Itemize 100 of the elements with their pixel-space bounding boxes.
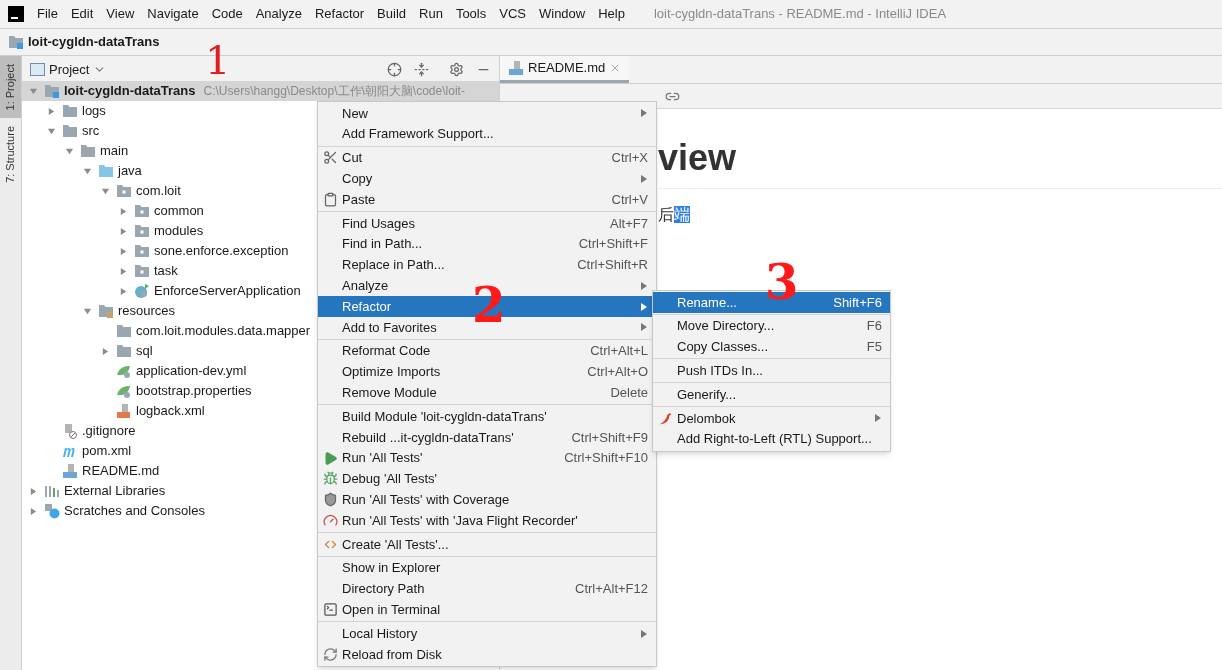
tree-item[interactable]: application-dev.yml [136, 361, 247, 381]
menu-bar-item[interactable]: Build [377, 4, 406, 24]
package-icon [134, 204, 150, 218]
menu-item[interactable]: Delombok [653, 408, 890, 429]
ignored-file-icon [62, 423, 78, 439]
shortcut-label: Ctrl+Alt+O [587, 363, 648, 382]
menu-item[interactable]: Directory Path Ctrl+Alt+F12 [318, 578, 656, 600]
shortcut-label: F6 [866, 317, 882, 336]
menu-item[interactable]: Cut Ctrl+X [318, 147, 656, 169]
paragraph-text: 后 [658, 206, 674, 223]
collapse-icon[interactable] [414, 62, 429, 77]
menu-item[interactable]: Build Module 'loit-cygldn-dataTrans' [318, 406, 656, 427]
markdown-file-icon [508, 60, 524, 76]
resources-folder-icon [98, 304, 114, 318]
path-hint: C:\Users\hangg\Desktop\工作\朝阳大脑\code\loit- [203, 83, 465, 100]
menu-item[interactable]: Optimize Imports Ctrl+Alt+O [318, 361, 656, 383]
collapsed-arrow-icon[interactable] [46, 106, 56, 116]
tree-item[interactable]: pom.xml [82, 441, 132, 461]
tree-item[interactable]: sone.enforce.exception [154, 241, 289, 261]
menu-item[interactable]: Replace in Path... Ctrl+Shift+R [318, 254, 656, 276]
tree-item[interactable]: loit-cygldn-dataTrans [64, 81, 196, 101]
menu-item[interactable]: Run 'All Tests' with 'Java Flight Recorder' [318, 510, 656, 531]
locate-icon[interactable] [387, 62, 402, 77]
menu-bar-item[interactable]: Code [211, 4, 243, 24]
tree-item[interactable]: resources [118, 301, 176, 321]
menu-item[interactable]: Copy Classes... F5 [653, 336, 890, 358]
menu-item[interactable]: Push ITDs In... [653, 360, 890, 382]
panel-title[interactable]: Project [49, 59, 90, 80]
tool-window-tab[interactable]: 1: Project [0, 56, 21, 119]
menu-bar-item[interactable]: Analyze [255, 4, 302, 24]
tree-item[interactable]: task [154, 261, 178, 281]
menu-bar-item[interactable]: Tools [455, 4, 487, 24]
menu-item[interactable]: Generify... [653, 384, 890, 405]
menu-item[interactable]: Find in Path... Ctrl+Shift+F [318, 233, 656, 255]
leaf-config-icon [116, 383, 132, 399]
menu-item[interactable]: Open in Terminal [318, 599, 656, 621]
tree-item[interactable]: sql [136, 341, 153, 361]
tree-item[interactable]: com.loit [136, 181, 181, 201]
tree-item[interactable]: logback.xml [136, 401, 205, 421]
menu-item[interactable]: Add Framework Support... [318, 123, 656, 145]
tree-item[interactable]: EnforceServerApplication [154, 281, 301, 301]
menu-item[interactable]: Rebuild ...it-cygldn-dataTrans' Ctrl+Shift+F9 [318, 426, 656, 448]
tree-item[interactable]: modules [154, 221, 204, 241]
package-icon [134, 224, 150, 238]
menu-bar-item[interactable]: File [37, 4, 58, 24]
tree-item[interactable]: main [100, 141, 129, 161]
source-folder-icon [98, 164, 114, 178]
shortcut-label: Ctrl+Shift+F9 [571, 428, 648, 447]
menu-item[interactable]: Add Right-to-Left (RTL) Support... [653, 428, 890, 450]
tree-item[interactable]: README.md [82, 461, 160, 481]
menu-bar-item[interactable]: Help [598, 4, 625, 24]
menu-bar-item[interactable]: Window [538, 4, 586, 24]
libraries-icon [44, 484, 60, 498]
menu-item[interactable]: Run 'All Tests' Ctrl+Shift+F10 [318, 447, 656, 469]
tree-item[interactable]: bootstrap.properties [136, 381, 252, 401]
menu-item[interactable]: Local History [318, 623, 656, 644]
menu-item[interactable]: Show in Explorer [318, 557, 656, 579]
tree-item[interactable]: .gitignore [82, 421, 136, 441]
tree-item[interactable]: Scratches and Consoles [64, 501, 205, 521]
folder-icon [62, 104, 78, 118]
clipboard-icon [322, 192, 338, 208]
tree-item[interactable]: java [118, 161, 142, 181]
menu-bar-item[interactable]: Refactor [314, 4, 365, 24]
tree-item[interactable]: src [82, 121, 100, 141]
menu-item[interactable]: Move Directory... F6 [653, 315, 890, 337]
tree-item[interactable]: logs [82, 101, 106, 121]
collapsed-arrow-icon[interactable] [100, 346, 110, 356]
menu-bar-item[interactable]: Run [419, 4, 443, 24]
editor-tab[interactable]: README.md [500, 56, 630, 83]
tree-item[interactable]: External Libraries [64, 481, 166, 501]
menu-item[interactable]: Find Usages Alt+F7 [318, 213, 656, 234]
menu-bar-item[interactable]: VCS [499, 4, 526, 24]
menu-item[interactable]: Debug 'All Tests' [318, 468, 656, 490]
settings-icon[interactable] [449, 62, 464, 77]
breadcrumb-project[interactable]: loit-cygldn-dataTrans [28, 32, 160, 52]
menu-item[interactable]: Paste Ctrl+V [318, 189, 656, 210]
shortcut-label: Ctrl+Alt+F12 [575, 580, 648, 599]
menu-bar-item[interactable]: Edit [70, 4, 94, 24]
menu-bar-item[interactable]: Navigate [147, 4, 199, 24]
expanded-arrow-icon[interactable] [28, 86, 38, 96]
menu-item[interactable]: Run 'All Tests' with Coverage [318, 489, 656, 511]
menu-item[interactable]: New [318, 103, 656, 124]
tree-item[interactable]: common [154, 201, 204, 221]
class-icon [134, 283, 150, 299]
app-logo [8, 6, 24, 22]
menu-item[interactable]: Reformat Code Ctrl+Alt+L [318, 340, 656, 362]
play-icon [322, 450, 338, 466]
module-folder-icon [44, 84, 60, 98]
menu-bar-item[interactable]: View [106, 4, 135, 24]
menu-item[interactable]: Create 'All Tests'... [318, 533, 656, 555]
markdown-file-icon [62, 463, 78, 479]
menu-item[interactable]: Remove Module Delete [318, 382, 656, 404]
tree-item[interactable]: com.loit.modules.data.mapper [136, 321, 311, 341]
package-icon [134, 244, 150, 258]
expanded-arrow-icon[interactable] [82, 306, 92, 316]
package-icon [134, 264, 150, 278]
menu-item[interactable]: Copy [318, 168, 656, 190]
menu-item[interactable]: Reload from Disk [318, 643, 656, 665]
shortcut-label: Ctrl+Alt+L [590, 342, 648, 361]
tool-window-tab[interactable]: 7: Structure [0, 118, 21, 192]
